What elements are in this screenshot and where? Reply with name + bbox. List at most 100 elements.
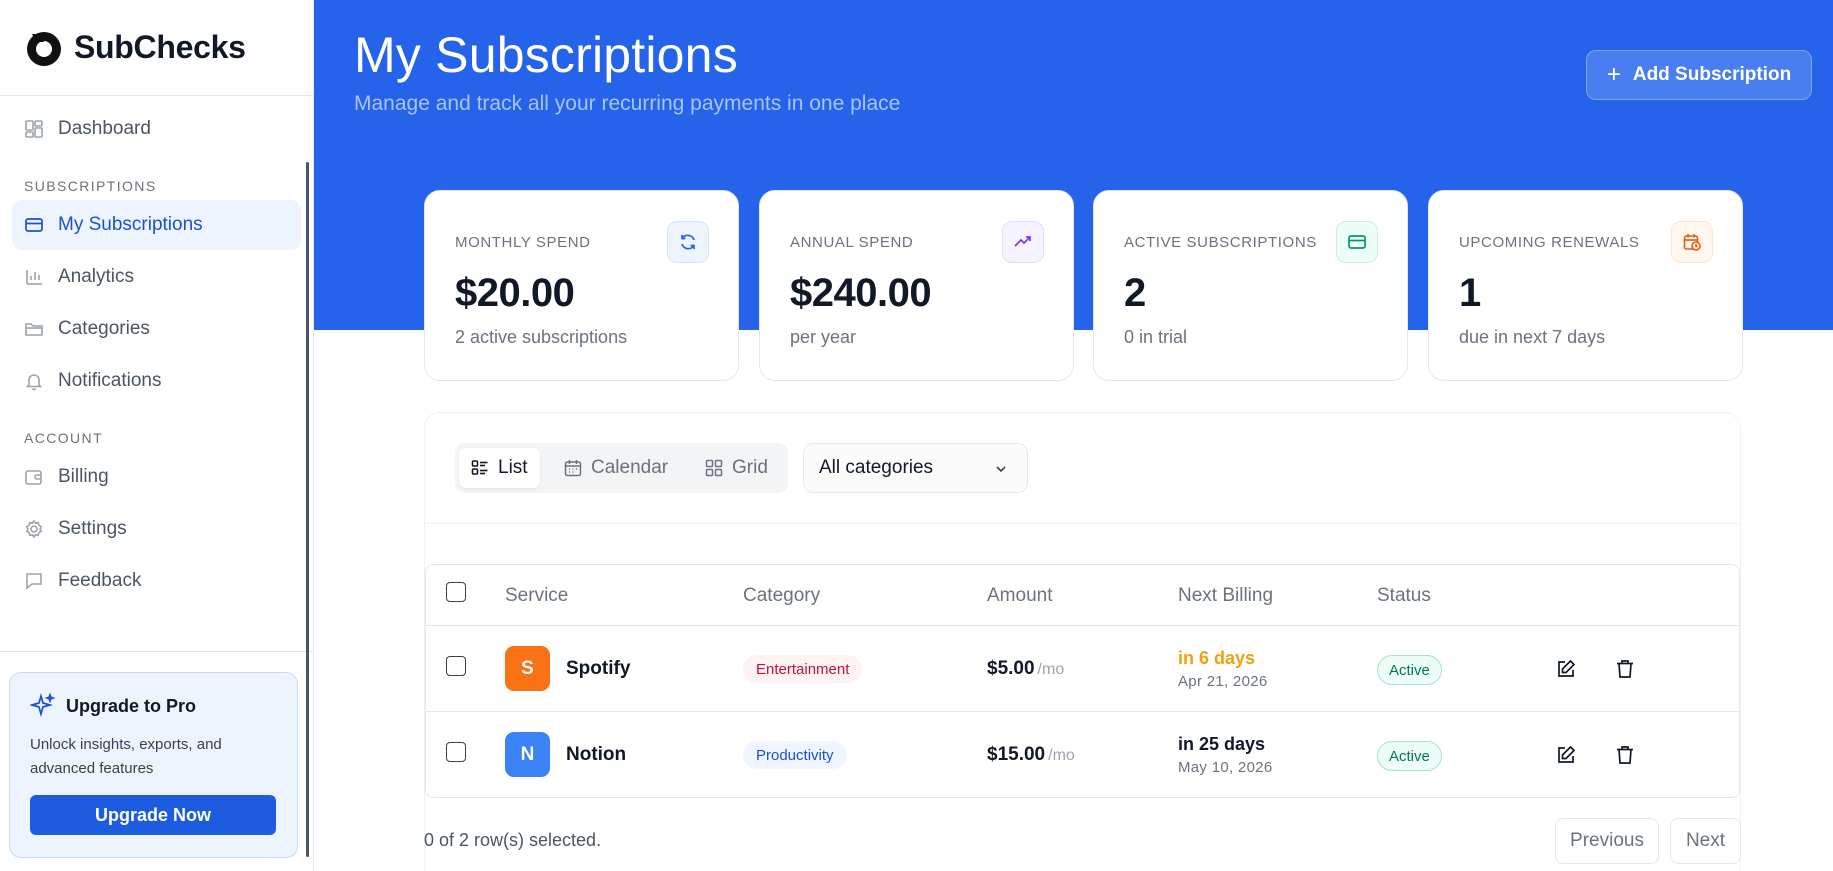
sidebar-item-label: Settings — [58, 518, 127, 539]
view-grid-button[interactable]: Grid — [693, 448, 780, 488]
stat-card-upcoming-renewals: UPCOMING RENEWALS 1 due in next 7 days — [1428, 190, 1743, 381]
stat-value: $20.00 — [455, 271, 575, 315]
sidebar-item-billing[interactable]: Billing — [12, 452, 301, 502]
stat-label: ACTIVE SUBSCRIPTIONS — [1124, 234, 1317, 251]
message-icon — [24, 571, 44, 591]
card-icon — [1336, 221, 1378, 263]
bell-icon — [24, 371, 44, 391]
trending-up-icon — [1002, 221, 1044, 263]
folder-icon — [24, 319, 44, 339]
bar-chart-icon — [24, 267, 44, 287]
upgrade-card: Upgrade to Pro Unlock insights, exports,… — [9, 672, 298, 858]
sidebar-item-categories[interactable]: Categories — [12, 304, 301, 354]
add-subscription-button[interactable]: + Add Subscription — [1586, 50, 1812, 100]
dashboard-icon — [24, 119, 44, 139]
status-badge: Active — [1377, 741, 1442, 771]
next-page-button[interactable]: Next — [1670, 818, 1741, 864]
sidebar-item-feedback[interactable]: Feedback — [12, 556, 301, 606]
page-title: My Subscriptions — [354, 27, 738, 83]
sidebar-item-dashboard[interactable]: Dashboard — [12, 104, 301, 154]
amount-period: /mo — [1048, 747, 1075, 764]
previous-page-button[interactable]: Previous — [1555, 818, 1659, 864]
card-icon — [24, 215, 44, 235]
column-header-category[interactable]: Category — [743, 585, 820, 607]
stat-card-active-subscriptions: ACTIVE SUBSCRIPTIONS 2 0 in trial — [1093, 190, 1408, 381]
amount-value: $15.00 — [987, 744, 1046, 765]
sidebar-divider — [0, 651, 313, 652]
stat-label: MONTHLY SPEND — [455, 234, 591, 251]
column-header-service[interactable]: Service — [505, 585, 568, 607]
category-select[interactable]: All categories — [803, 443, 1028, 493]
calendar-clock-icon — [1671, 221, 1713, 263]
sidebar-item-label: Notifications — [58, 370, 162, 391]
page-subtitle: Manage and track all your recurring paym… — [354, 92, 901, 115]
refresh-icon — [667, 221, 709, 263]
view-toggle: List Calendar Grid — [455, 443, 788, 493]
service-avatar: S — [505, 646, 550, 691]
service-name: Notion — [566, 744, 627, 765]
wallet-icon — [24, 467, 44, 487]
stat-value: 2 — [1124, 271, 1146, 315]
table-row[interactable]: N Notion Productivity $15.00/mo in 25 da… — [426, 712, 1739, 798]
gear-icon — [24, 519, 44, 539]
stat-value: $240.00 — [790, 271, 932, 315]
sidebar-item-label: Billing — [58, 466, 109, 487]
category-pill: Productivity — [743, 741, 847, 769]
sidebar-item-label: Feedback — [58, 570, 142, 591]
toolbar-divider — [424, 523, 1741, 524]
upgrade-now-button[interactable]: Upgrade Now — [30, 795, 276, 835]
calendar-icon — [564, 459, 582, 477]
plus-icon: + — [1606, 61, 1621, 88]
app-name: SubChecks — [74, 29, 246, 65]
sidebar-item-label: Dashboard — [58, 118, 151, 139]
row-checkbox[interactable] — [446, 742, 466, 762]
stat-value: 1 — [1459, 271, 1481, 315]
stat-sub: due in next 7 days — [1459, 327, 1606, 347]
amount-value: $5.00 — [987, 658, 1035, 679]
view-calendar-button[interactable]: Calendar — [552, 448, 680, 488]
sidebar-scrollbar[interactable] — [306, 162, 309, 857]
row-checkbox[interactable] — [446, 656, 466, 676]
subscriptions-table: Service Category Amount Next Billing Sta… — [425, 564, 1740, 798]
category-select-value: All categories — [819, 457, 934, 478]
upgrade-title: Upgrade to Pro — [30, 693, 277, 719]
stat-sub: per year — [790, 327, 857, 347]
trash-icon[interactable] — [1614, 658, 1636, 680]
amount: $5.00/mo — [987, 658, 1064, 680]
column-header-next-billing[interactable]: Next Billing — [1178, 585, 1273, 607]
view-label: Calendar — [591, 457, 669, 478]
upgrade-title-text: Upgrade to Pro — [66, 695, 197, 716]
view-label: List — [498, 457, 528, 478]
section-label-account: ACCOUNT — [24, 430, 104, 446]
trash-icon[interactable] — [1614, 744, 1636, 766]
select-all-checkbox[interactable] — [446, 582, 466, 602]
stat-card-annual-spend: ANNUAL SPEND $240.00 per year — [759, 190, 1074, 381]
stat-card-monthly-spend: MONTHLY SPEND $20.00 2 active subscripti… — [424, 190, 739, 381]
view-list-button[interactable]: List — [459, 448, 540, 488]
next-billing-date: May 10, 2026 — [1178, 759, 1273, 776]
logo-icon — [27, 31, 61, 66]
stat-sub: 2 active subscriptions — [455, 327, 628, 347]
grid-icon — [705, 459, 723, 477]
status-badge: Active — [1377, 655, 1442, 685]
sidebar-item-label: My Subscriptions — [58, 214, 203, 235]
column-header-status[interactable]: Status — [1377, 585, 1431, 607]
sidebar-item-notifications[interactable]: Notifications — [12, 356, 301, 406]
sidebar-item-settings[interactable]: Settings — [12, 504, 301, 554]
service-name: Spotify — [566, 658, 631, 679]
service-avatar: N — [505, 732, 550, 777]
edit-icon[interactable] — [1555, 658, 1577, 680]
edit-icon[interactable] — [1555, 744, 1577, 766]
next-billing-relative: in 6 days — [1178, 648, 1256, 668]
sidebar-item-my-subscriptions[interactable]: My Subscriptions — [12, 200, 301, 250]
column-header-amount[interactable]: Amount — [987, 585, 1052, 607]
next-billing-relative: in 25 days — [1178, 734, 1266, 754]
view-label: Grid — [732, 457, 768, 478]
table-row[interactable]: S Spotify Entertainment $5.00/mo in 6 da… — [426, 626, 1739, 712]
sidebar-item-analytics[interactable]: Analytics — [12, 252, 301, 302]
sidebar-item-label: Analytics — [58, 266, 135, 287]
category-pill: Entertainment — [743, 655, 863, 683]
brand[interactable]: SubChecks — [0, 0, 313, 96]
list-icon — [471, 459, 489, 477]
add-subscription-label: Add Subscription — [1632, 64, 1792, 85]
